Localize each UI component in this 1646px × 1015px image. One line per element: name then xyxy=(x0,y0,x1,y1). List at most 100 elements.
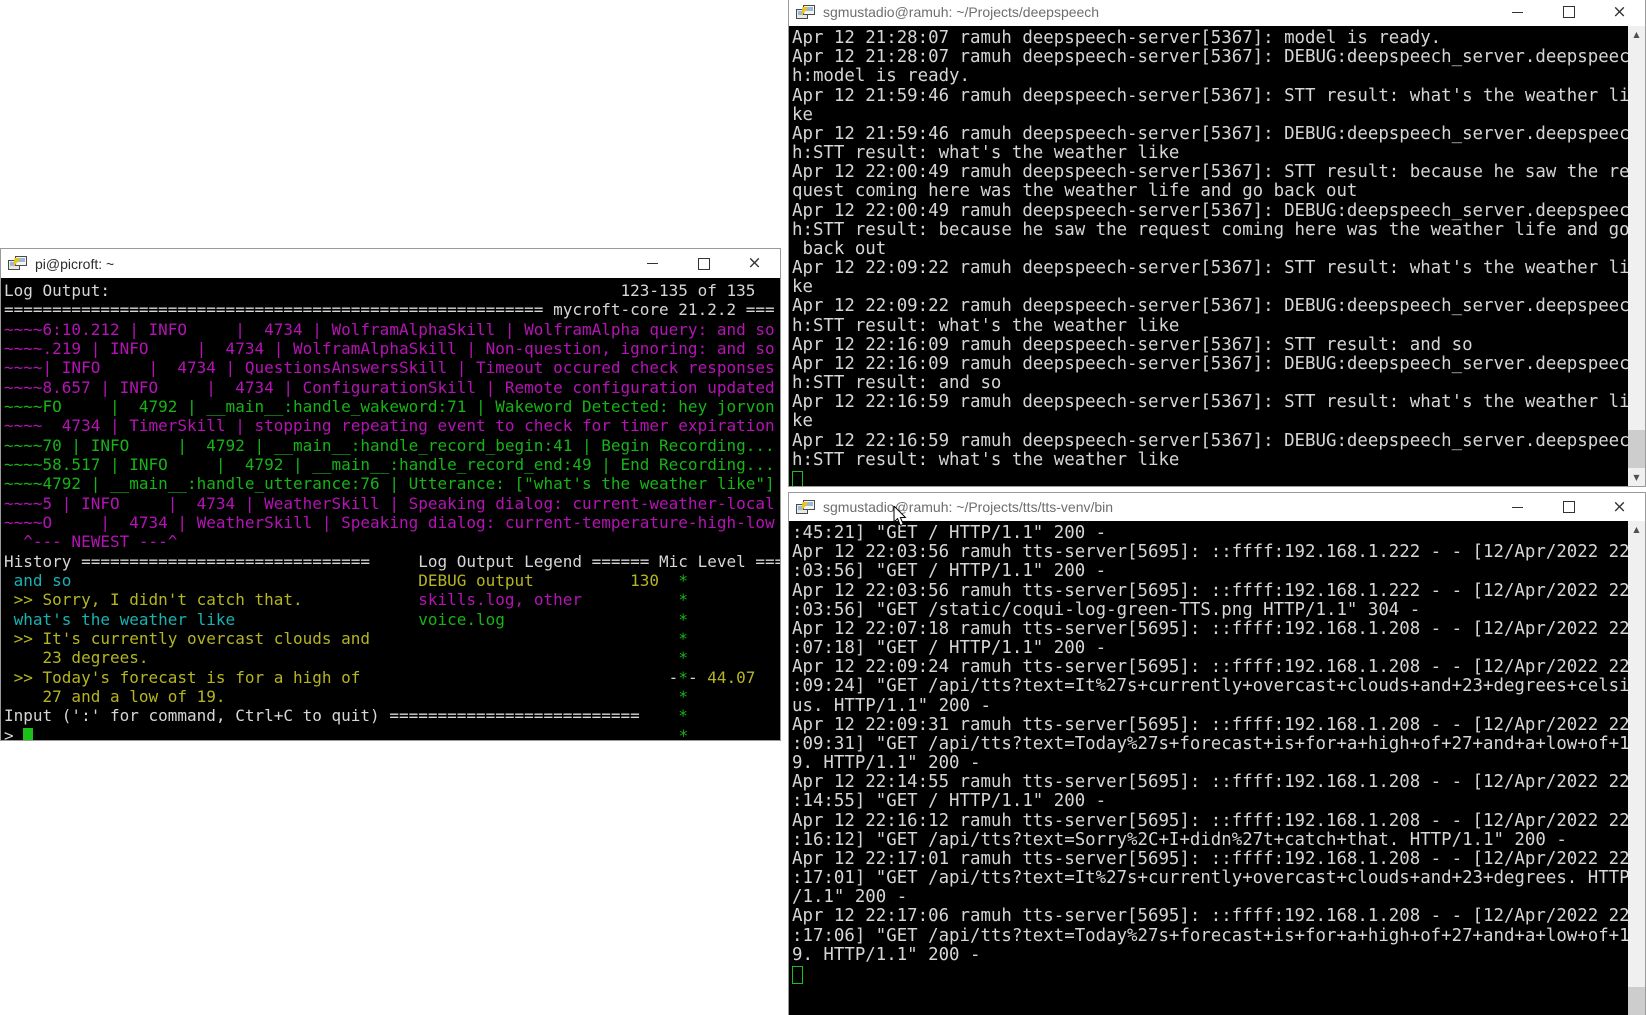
terminal-text: h:STT result: what's the weather like xyxy=(792,317,1179,336)
terminal-text: ========================================… xyxy=(4,300,775,319)
terminal-text: Apr 12 22:16:59 ramuh deepspeech-server[… xyxy=(792,432,1628,451)
terminal-line: ~~~~58.517 | INFO | 4792 | __main__:hand… xyxy=(4,455,780,474)
terminal-line: Apr 12 21:59:46 ramuh deepspeech-server[… xyxy=(792,125,1628,144)
terminal-text xyxy=(659,571,678,590)
terminal-line: :17:06] "GET /api/tts?text=Today%27s+for… xyxy=(792,927,1628,946)
scroll-up-icon[interactable]: ▲ xyxy=(1628,26,1645,43)
terminal-text: ~~~~70 | INFO | 4792 | __main__:handle_r… xyxy=(4,436,775,455)
scroll-up-icon[interactable]: ▲ xyxy=(1628,521,1645,538)
terminal-screen-deepspeech[interactable]: Apr 12 21:28:07 ramuh deepspeech-server[… xyxy=(789,26,1645,486)
terminal-text: 23 degrees. xyxy=(4,648,149,667)
terminal-line: h:STT result: what's the weather like xyxy=(792,317,1628,336)
close-icon: × xyxy=(1612,499,1626,516)
terminal-line: ~~~~| INFO | 4734 | QuestionsAnswersSkil… xyxy=(4,358,780,377)
terminal-text: :03:56] "GET / HTTP/1.1" 200 - xyxy=(792,562,1106,581)
terminal-line: 23 degrees. * xyxy=(4,648,780,667)
terminal-text: * xyxy=(678,590,688,609)
titlebar[interactable]: pi@picroft: ~ × xyxy=(1,249,780,279)
minimize-button[interactable] xyxy=(627,249,678,278)
terminal-line: ke xyxy=(792,278,1628,297)
window-deepspeech: sgmustadio@ramuh: ~/Projects/deepspeech … xyxy=(788,0,1646,487)
titlebar[interactable]: sgmustadio@ramuh: ~/Projects/tts/tts-ven… xyxy=(789,493,1645,522)
terminal-screen-tts[interactable]: :45:21] "GET / HTTP/1.1" 200 -Apr 12 22:… xyxy=(789,521,1645,1015)
terminal-line: Apr 12 22:09:22 ramuh deepspeech-server[… xyxy=(792,259,1628,278)
terminal-text: Apr 12 22:09:31 ramuh tts-server[5695]: … xyxy=(792,716,1628,735)
terminal-text: Log Output: 123-135 of 135 xyxy=(4,281,755,300)
terminal-text xyxy=(303,590,419,609)
terminal-text: * xyxy=(678,668,688,687)
terminal-text: ~~~~5 | INFO | 4734 | WeatherSkill | Spe… xyxy=(4,494,775,513)
close-icon: × xyxy=(747,255,761,272)
terminal-line: Apr 12 22:16:12 ramuh tts-server[5695]: … xyxy=(792,812,1628,831)
terminal-line: ~~~~O | 4734 | WeatherSkill | Speaking d… xyxy=(4,513,780,532)
terminal-line: h:STT result: because he saw the request… xyxy=(792,221,1628,240)
terminal-line: ~~~~ 4734 | TimerSkill | stopping repeat… xyxy=(4,416,780,435)
terminal-line: Apr 12 22:17:01 ramuh tts-server[5695]: … xyxy=(792,850,1628,869)
terminal-text: :16:12] "GET /api/tts?text=Sorry%2C+I+di… xyxy=(792,831,1567,850)
terminal-text xyxy=(370,629,678,648)
terminal-text xyxy=(71,571,418,590)
terminal-line: Apr 12 21:28:07 ramuh deepspeech-server[… xyxy=(792,29,1628,48)
terminal-text: h:STT result: what's the weather like xyxy=(792,144,1179,163)
terminal-text: Apr 12 22:17:06 ramuh tts-server[5695]: … xyxy=(792,907,1628,926)
terminal-text xyxy=(149,648,679,667)
terminal-line: Apr 12 22:17:06 ramuh tts-server[5695]: … xyxy=(792,907,1628,926)
scroll-down-icon[interactable]: ▼ xyxy=(1628,469,1645,486)
terminal-text: - xyxy=(688,668,698,687)
terminal-text: :14:55] "GET / HTTP/1.1" 200 - xyxy=(792,792,1106,811)
close-button[interactable]: × xyxy=(729,249,780,278)
terminal-text xyxy=(33,726,678,740)
scrollbar[interactable]: ▲ xyxy=(1628,521,1645,1015)
terminal-line: ke xyxy=(792,106,1628,125)
terminal-line: Apr 12 22:09:31 ramuh tts-server[5695]: … xyxy=(792,716,1628,735)
minimize-button[interactable] xyxy=(1492,493,1543,521)
terminal-text: Apr 12 22:16:59 ramuh deepspeech-server[… xyxy=(792,393,1628,412)
maximize-button[interactable] xyxy=(1543,493,1594,521)
terminal-line: ~~~~70 | INFO | 4792 | __main__:handle_r… xyxy=(4,436,780,455)
terminal-line: what's the weather like voice.log * xyxy=(4,610,780,629)
terminal-text xyxy=(582,590,678,609)
maximize-button[interactable] xyxy=(678,249,729,278)
terminal-text: :17:06] "GET /api/tts?text=Today%27s+for… xyxy=(792,927,1628,946)
terminal-text: ~~~~8.657 | INFO | 4734 | ConfigurationS… xyxy=(4,378,775,397)
scrollbar-thumb[interactable] xyxy=(1628,987,1645,1015)
terminal-line: h:STT result: what's the weather like xyxy=(792,144,1628,163)
terminal-text: ke xyxy=(792,106,813,125)
terminal-line: h:STT result: and so xyxy=(792,374,1628,393)
terminal-text: Apr 12 22:09:22 ramuh deepspeech-server[… xyxy=(792,259,1628,278)
terminal-line: Apr 12 22:03:56 ramuh tts-server[5695]: … xyxy=(792,543,1628,562)
terminal-line: ~~~~.219 | INFO | 4734 | WolframAlphaSki… xyxy=(4,339,780,358)
maximize-button[interactable] xyxy=(1543,0,1594,26)
terminal-text: ~~~~.219 | INFO | 4734 | WolframAlphaSki… xyxy=(4,339,775,358)
close-button[interactable]: × xyxy=(1594,493,1645,521)
terminal-text: ^--- NEWEST ---^ xyxy=(4,532,177,551)
titlebar[interactable]: sgmustadio@ramuh: ~/Projects/deepspeech … xyxy=(789,0,1645,27)
terminal-text: Apr 12 22:00:49 ramuh deepspeech-server[… xyxy=(792,163,1628,182)
terminal-text: ke xyxy=(792,278,813,297)
close-icon: × xyxy=(1612,4,1626,21)
putty-terminal-icon xyxy=(796,4,816,21)
terminal-line: ~~~~8.657 | INFO | 4734 | ConfigurationS… xyxy=(4,378,780,397)
terminal-text: ~~~~| INFO | 4734 | QuestionsAnswersSkil… xyxy=(4,358,775,377)
terminal-text: voice.log xyxy=(418,610,505,629)
terminal-line: > * xyxy=(4,726,780,740)
close-button[interactable]: × xyxy=(1594,0,1645,26)
putty-terminal-icon xyxy=(796,499,816,516)
minimize-button[interactable] xyxy=(1492,0,1543,26)
terminal-line: ~~~~6:10.212 | INFO | 4734 | WolframAlph… xyxy=(4,320,780,339)
terminal-text xyxy=(505,610,678,629)
terminal-screen-picroft[interactable]: Log Output: 123-135 of 135==============… xyxy=(1,278,780,740)
terminal-line xyxy=(792,965,1628,984)
putty-terminal-icon xyxy=(8,255,28,272)
terminal-line: :09:31] "GET /api/tts?text=Today%27s+for… xyxy=(792,735,1628,754)
terminal-line: ke xyxy=(792,412,1628,431)
terminal-text: :07:18] "GET / HTTP/1.1" 200 - xyxy=(792,639,1106,658)
terminal-line: h:model is ready. xyxy=(792,67,1628,86)
terminal-line: Apr 12 22:03:56 ramuh tts-server[5695]: … xyxy=(792,582,1628,601)
terminal-text: Apr 12 21:28:07 ramuh deepspeech-server[… xyxy=(792,48,1628,67)
terminal-text: Apr 12 22:07:18 ramuh tts-server[5695]: … xyxy=(792,620,1628,639)
scrollbar-thumb[interactable] xyxy=(1628,430,1645,468)
scrollbar[interactable]: ▲ ▼ xyxy=(1628,26,1645,486)
terminal-text: skills.log, other xyxy=(418,590,582,609)
terminal-text: Apr 12 22:03:56 ramuh tts-server[5695]: … xyxy=(792,582,1628,601)
